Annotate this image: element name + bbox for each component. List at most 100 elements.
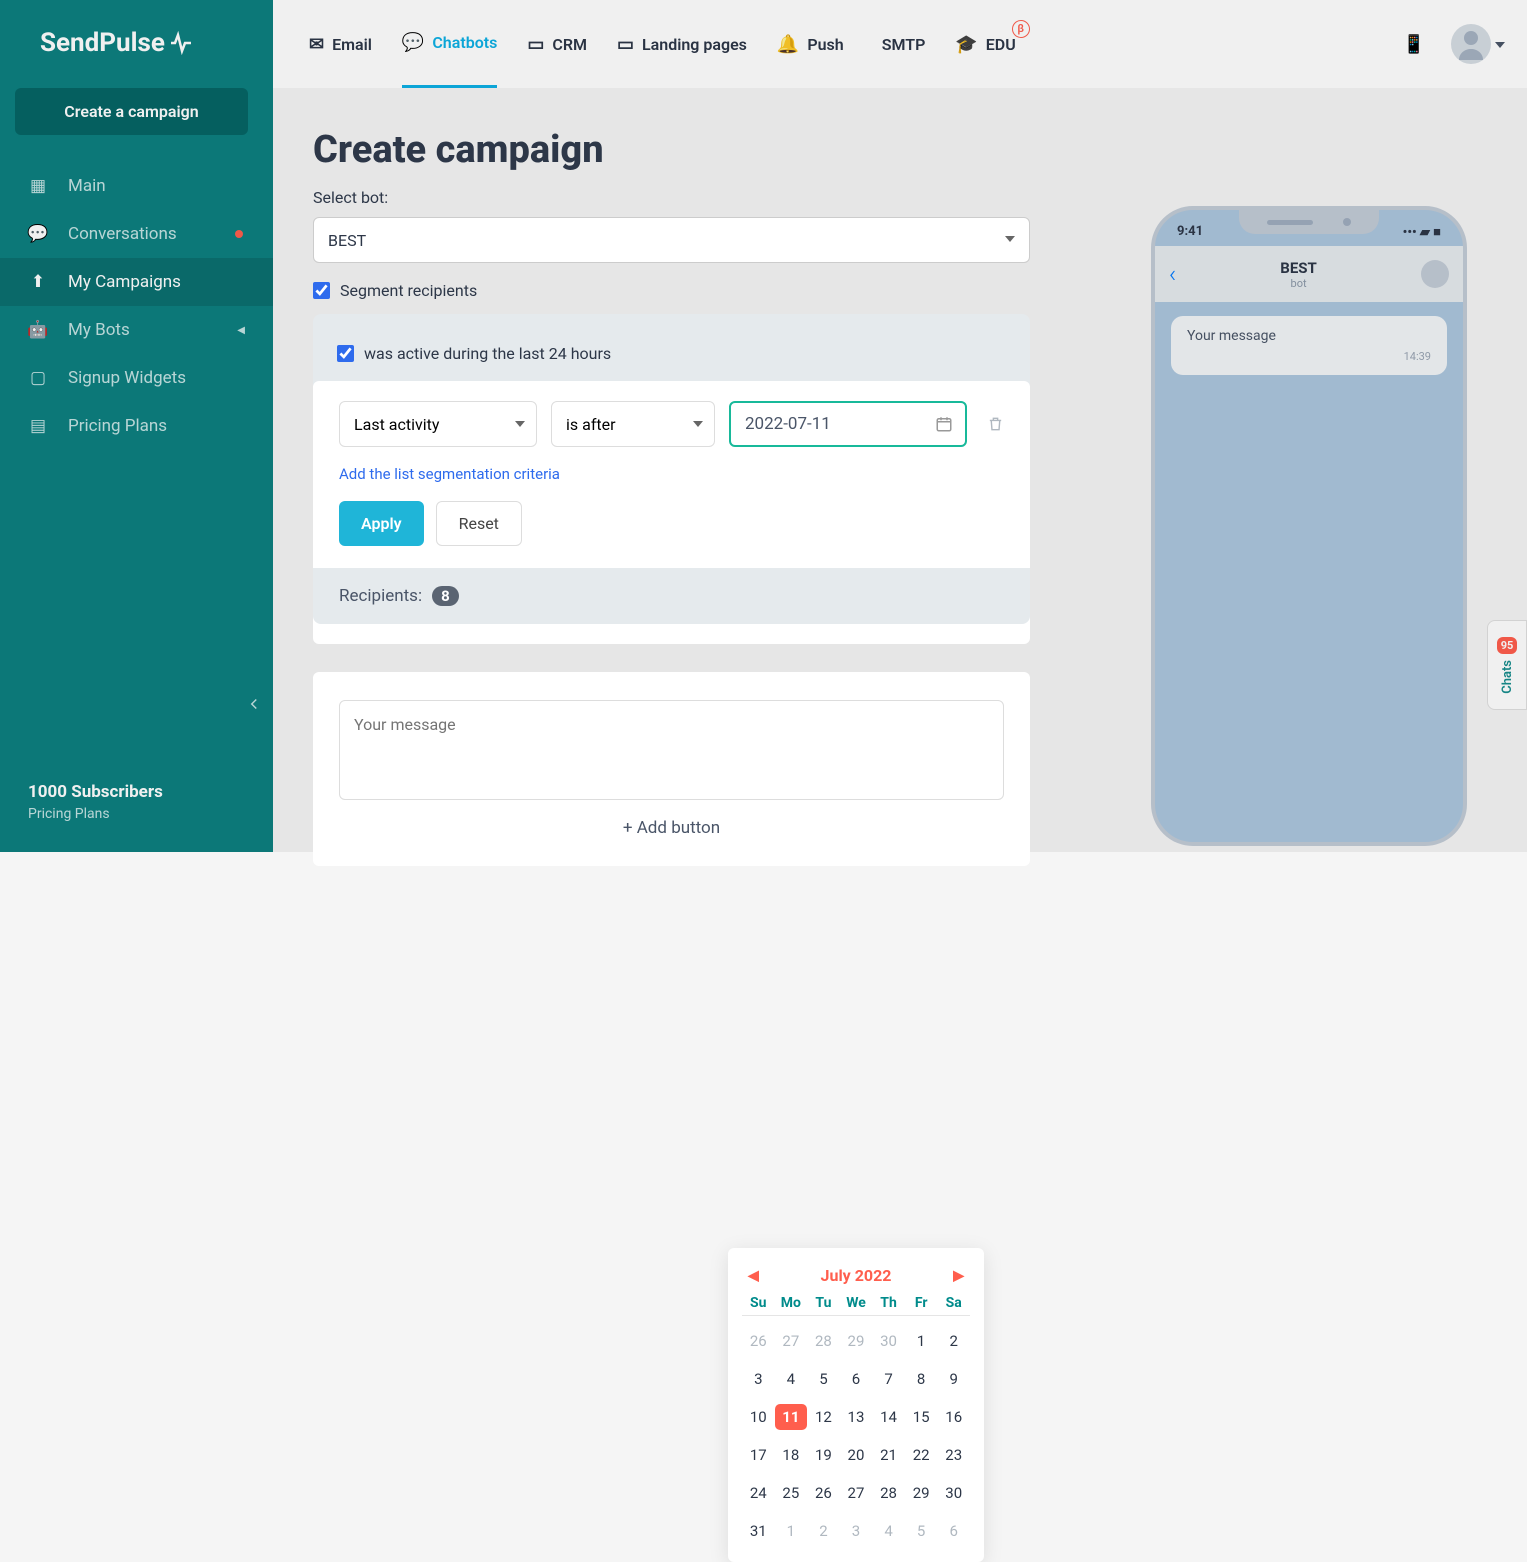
- notification-dot: [235, 230, 243, 238]
- nav-label: Pricing Plans: [68, 416, 167, 436]
- calendar-day[interactable]: 21: [872, 1442, 905, 1468]
- topnav-label: SMTP: [882, 35, 926, 54]
- topnav-label: Email: [332, 35, 372, 54]
- topnav-label: Chatbots: [432, 33, 497, 52]
- message-input[interactable]: [339, 700, 1004, 800]
- calendar-day[interactable]: 20: [840, 1442, 873, 1468]
- active-24h-checkbox[interactable]: [337, 345, 354, 362]
- calendar-day[interactable]: 22: [905, 1442, 938, 1468]
- page-title: Create campaign: [313, 128, 1527, 172]
- calendar-day[interactable]: 27: [775, 1328, 808, 1354]
- calendar-day[interactable]: 25: [775, 1480, 808, 1506]
- calendar-day[interactable]: 30: [937, 1480, 970, 1506]
- calendar-icon[interactable]: [935, 415, 953, 433]
- topnav-icon: 🔔: [777, 34, 799, 55]
- calendar-day[interactable]: 4: [775, 1366, 808, 1392]
- filter-panel: Last activity is after Add the list segm…: [313, 381, 1030, 644]
- delete-filter-icon[interactable]: [987, 414, 1004, 434]
- calendar-day[interactable]: 29: [840, 1328, 873, 1354]
- calendar-day[interactable]: 5: [807, 1366, 840, 1392]
- calendar-day[interactable]: 28: [872, 1480, 905, 1506]
- calendar-day[interactable]: 1: [775, 1518, 808, 1544]
- user-avatar[interactable]: [1451, 24, 1491, 64]
- calendar-day[interactable]: 13: [840, 1404, 873, 1430]
- calendar-day[interactable]: 5: [905, 1518, 938, 1544]
- sidebar-item-signup-widgets[interactable]: ▢Signup Widgets: [0, 354, 273, 402]
- calendar-day[interactable]: 19: [807, 1442, 840, 1468]
- pricing-plans-link[interactable]: Pricing Plans: [28, 806, 163, 822]
- calendar-dow: Th: [872, 1295, 905, 1316]
- calendar-day[interactable]: 1: [905, 1328, 938, 1354]
- beta-badge: β: [1012, 20, 1030, 38]
- calendar-day[interactable]: 29: [905, 1480, 938, 1506]
- calendar-day[interactable]: 18: [775, 1442, 808, 1468]
- reset-button[interactable]: Reset: [436, 501, 522, 546]
- nav-label: My Campaigns: [68, 272, 181, 292]
- calendar-day[interactable]: 26: [807, 1480, 840, 1506]
- apply-button[interactable]: Apply: [339, 501, 424, 546]
- sidebar-item-main[interactable]: ▦ Main: [0, 162, 273, 210]
- calendar-day[interactable]: 27: [840, 1480, 873, 1506]
- logo[interactable]: SendPulse: [0, 0, 273, 88]
- mobile-icon[interactable]: 📱: [1403, 34, 1425, 55]
- calendar-day[interactable]: 31: [742, 1518, 775, 1544]
- calendar-day[interactable]: 30: [872, 1328, 905, 1354]
- calendar-day[interactable]: 11: [775, 1404, 808, 1430]
- date-input[interactable]: [729, 401, 967, 447]
- topnav-email[interactable]: ✉Email: [309, 2, 372, 87]
- sidebar-item-my-campaigns[interactable]: ⬆My Campaigns: [0, 258, 273, 306]
- calendar-day[interactable]: 8: [905, 1366, 938, 1392]
- topnav-chatbots[interactable]: 💬Chatbots: [402, 0, 497, 88]
- calendar-day[interactable]: 3: [742, 1366, 775, 1392]
- calendar-day[interactable]: 6: [840, 1366, 873, 1392]
- calendar-day[interactable]: 9: [937, 1366, 970, 1392]
- select-bot-label: Select bot:: [313, 188, 1527, 207]
- topnav-push[interactable]: 🔔Push: [777, 2, 844, 87]
- bot-select[interactable]: BEST: [313, 217, 1030, 263]
- topnav-edu[interactable]: 🎓EDUβ: [955, 2, 1015, 87]
- calendar-day[interactable]: 24: [742, 1480, 775, 1506]
- collapse-sidebar-icon[interactable]: [245, 695, 263, 713]
- topnav-smtp[interactable]: SMTP: [874, 3, 926, 86]
- calendar-day[interactable]: 2: [937, 1328, 970, 1354]
- calendar-day[interactable]: 12: [807, 1404, 840, 1430]
- calendar-day[interactable]: 4: [872, 1518, 905, 1544]
- nav-label: My Bots: [68, 320, 130, 340]
- calendar-day[interactable]: 3: [840, 1518, 873, 1544]
- calendar-dow: We: [840, 1295, 873, 1316]
- nav-icon: 💬: [28, 224, 48, 244]
- topnav-crm[interactable]: ▭CRM: [527, 2, 587, 87]
- logo-text: SendPulse: [40, 28, 165, 58]
- sidebar-item-my-bots[interactable]: 🤖My Bots◀: [0, 306, 273, 354]
- sidebar-item-pricing-plans[interactable]: ▤ Pricing Plans: [0, 402, 273, 450]
- calendar-grid: SuMoTuWeThFrSa26272829301234567891011121…: [738, 1295, 974, 1544]
- calendar-day[interactable]: 10: [742, 1404, 775, 1430]
- calendar-day[interactable]: 17: [742, 1442, 775, 1468]
- next-month-icon[interactable]: ▶: [953, 1268, 964, 1284]
- calendar-day[interactable]: 15: [905, 1404, 938, 1430]
- add-button-link[interactable]: + Add button: [339, 818, 1004, 838]
- calendar-day[interactable]: 26: [742, 1328, 775, 1354]
- recipients-count: 8: [432, 586, 459, 606]
- topnav-landing-pages[interactable]: ▭Landing pages: [617, 2, 747, 87]
- calendar-month: July 2022: [821, 1266, 892, 1285]
- calendar-day[interactable]: 28: [807, 1328, 840, 1354]
- calendar-day[interactable]: 16: [937, 1404, 970, 1430]
- nav-icon: ▦: [28, 176, 48, 196]
- calendar-day[interactable]: 23: [937, 1442, 970, 1468]
- calendar-day[interactable]: 7: [872, 1366, 905, 1392]
- nav-icon: ▤: [28, 416, 48, 436]
- field-select[interactable]: Last activity: [339, 401, 537, 447]
- segment-checkbox[interactable]: [313, 282, 330, 299]
- pulse-icon: [169, 31, 193, 55]
- create-campaign-button[interactable]: Create a campaign: [15, 88, 248, 135]
- prev-month-icon[interactable]: ◀: [748, 1268, 759, 1284]
- calendar-day[interactable]: 14: [872, 1404, 905, 1430]
- calendar-day[interactable]: 6: [937, 1518, 970, 1544]
- operator-select[interactable]: is after: [551, 401, 715, 447]
- nav-label: Main: [68, 176, 106, 196]
- calendar-day[interactable]: 2: [807, 1518, 840, 1544]
- add-criteria-link[interactable]: Add the list segmentation criteria: [339, 465, 1004, 483]
- nav-icon: ▢: [28, 368, 48, 388]
- sidebar-item-conversations[interactable]: 💬Conversations: [0, 210, 273, 258]
